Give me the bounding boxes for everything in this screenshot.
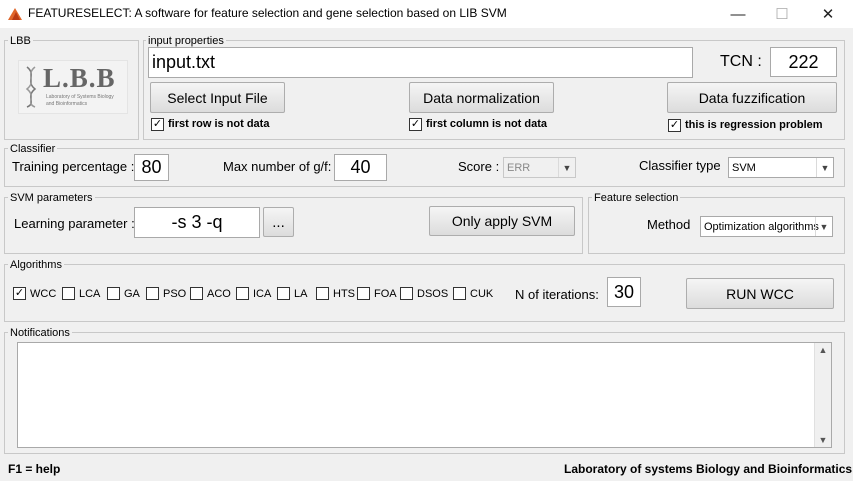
- algorithm-checkbox-ica[interactable]: [236, 287, 249, 300]
- help-text: F1 = help: [8, 462, 61, 476]
- iterations-field[interactable]: 30: [607, 277, 641, 307]
- algorithm-checkbox-lca[interactable]: [62, 287, 75, 300]
- logo-subtitle-2: and Bioinformatics: [46, 101, 88, 107]
- training-percentage-label: Training percentage :: [12, 159, 135, 174]
- method-label: Method: [647, 217, 691, 232]
- scroll-up-icon[interactable]: ▲: [815, 345, 831, 355]
- iterations-label: N of iterations:: [515, 287, 599, 302]
- training-percentage-field[interactable]: 80: [134, 154, 169, 181]
- score-select[interactable]: ERR ▼: [503, 157, 576, 178]
- app-icon: [7, 6, 23, 22]
- chevron-down-icon: ▼: [816, 158, 833, 177]
- algorithm-label-la: LA: [294, 288, 308, 300]
- algorithm-checkbox-wcc[interactable]: ✓: [13, 287, 26, 300]
- first-column-label: first column is not data: [426, 118, 548, 130]
- scroll-down-icon[interactable]: ▼: [815, 435, 831, 445]
- algorithm-label-wcc: WCC: [30, 288, 57, 300]
- method-select[interactable]: Optimization algorithms ▼: [700, 216, 833, 237]
- max-number-field[interactable]: 40: [334, 154, 387, 181]
- select-input-file-button[interactable]: Select Input File: [150, 82, 285, 113]
- algorithm-label-pso: PSO: [163, 288, 187, 300]
- algorithm-label-ga: GA: [124, 288, 140, 300]
- classifier-label: Classifier: [8, 143, 58, 155]
- tcn-field[interactable]: 222: [770, 47, 837, 77]
- notifications-scrollbar[interactable]: ▲ ▼: [814, 343, 831, 447]
- minimize-button[interactable]: —: [715, 0, 761, 28]
- algorithm-label-dsos: DSOS: [417, 288, 449, 300]
- classifier-type-value: SVM: [732, 161, 756, 174]
- algorithm-label-hts: HTS: [333, 288, 355, 300]
- algorithm-checkbox-aco[interactable]: [190, 287, 203, 300]
- feature-selection-label: Feature selection: [592, 192, 681, 204]
- algorithm-checkbox-cuk[interactable]: [453, 287, 466, 300]
- method-value: Optimization algorithms: [704, 220, 819, 233]
- chevron-down-icon: ▼: [558, 158, 575, 177]
- algorithm-checkbox-hts[interactable]: [316, 287, 329, 300]
- algorithm-label-lca: LCA: [79, 288, 101, 300]
- window-title: FEATURESELECT: A software for feature se…: [28, 6, 507, 20]
- score-label: Score :: [458, 159, 500, 174]
- notifications-label: Notifications: [8, 327, 72, 339]
- chevron-down-icon: ▼: [815, 217, 832, 236]
- lbb-group-label: LBB: [8, 35, 33, 47]
- first-row-checkbox[interactable]: ✓: [151, 118, 164, 131]
- algorithm-label-foa: FOA: [374, 288, 397, 300]
- tcn-label: TCN :: [720, 53, 762, 70]
- first-row-label: first row is not data: [168, 118, 270, 130]
- input-file-field[interactable]: input.txt: [148, 47, 693, 78]
- title-bar: FEATURESELECT: A software for feature se…: [0, 0, 853, 28]
- input-properties-label: input properties: [146, 35, 226, 47]
- classifier-type-label: Classifier type: [639, 158, 721, 173]
- learning-parameter-label: Learning parameter :: [14, 216, 135, 231]
- data-normalization-button[interactable]: Data normalization: [409, 82, 554, 113]
- algorithm-label-ica: ICA: [253, 288, 272, 300]
- algorithms-label: Algorithms: [8, 259, 64, 271]
- logo-subtitle-1: Laboratory of Systems Biology: [46, 94, 114, 100]
- algorithm-checkbox-pso[interactable]: [146, 287, 159, 300]
- algorithm-checkbox-dsos[interactable]: [400, 287, 413, 300]
- notifications-textarea[interactable]: ▲ ▼: [17, 342, 832, 448]
- learning-parameter-field[interactable]: -s 3 -q: [134, 207, 260, 238]
- browse-button[interactable]: ...: [263, 207, 294, 237]
- first-column-checkbox[interactable]: ✓: [409, 118, 422, 131]
- classifier-type-select[interactable]: SVM ▼: [728, 157, 834, 178]
- algorithm-checkbox-foa[interactable]: [357, 287, 370, 300]
- regression-label: this is regression problem: [685, 119, 823, 131]
- close-button[interactable]: ✕: [805, 0, 851, 28]
- score-value: ERR: [507, 161, 531, 174]
- algorithm-checkbox-ga[interactable]: [107, 287, 120, 300]
- algorithm-label-aco: ACO: [207, 288, 231, 300]
- algorithm-checkbox-la[interactable]: [277, 287, 290, 300]
- lbb-logo: L.B.B Laboratory of Systems Biology and …: [18, 60, 128, 114]
- maximize-button[interactable]: ☐: [759, 0, 805, 28]
- only-apply-svm-button[interactable]: Only apply SVM: [429, 206, 575, 236]
- run-button[interactable]: RUN WCC: [686, 278, 834, 309]
- regression-checkbox[interactable]: ✓: [668, 119, 681, 132]
- max-number-label: Max number of g/f:: [223, 159, 332, 174]
- svm-parameters-label: SVM parameters: [8, 192, 95, 204]
- logo-text: L.B.B: [43, 63, 116, 93]
- lab-credit: Laboratory of systems Biology and Bioinf…: [564, 462, 853, 476]
- data-fuzzification-button[interactable]: Data fuzzification: [667, 82, 837, 113]
- algorithm-label-cuk: CUK: [470, 288, 494, 300]
